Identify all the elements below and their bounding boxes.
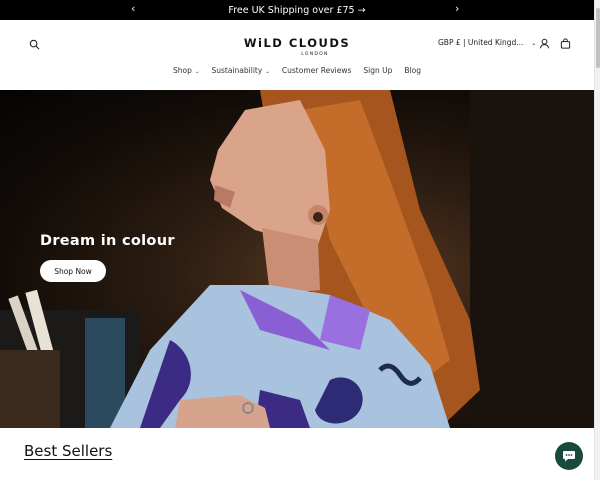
nav-item-shop[interactable]: Shop ⌄ <box>173 66 199 75</box>
currency-label: GBP £ | United Kingd... <box>438 38 524 47</box>
announcement-text[interactable]: Free UK Shipping over £75 → <box>228 5 365 16</box>
nav-item-blog[interactable]: Blog <box>404 66 421 75</box>
best-sellers-heading[interactable]: Best Sellers <box>24 442 112 460</box>
logo-text: WiLD CLOUDS <box>243 36 351 50</box>
nav-item-customer-reviews[interactable]: Customer Reviews <box>282 66 351 75</box>
chevron-down-icon: ⌄ <box>531 40 537 47</box>
nav-item-sign-up[interactable]: Sign Up <box>363 66 392 75</box>
scrollbar-thumb[interactable] <box>596 8 600 68</box>
page-scrollbar[interactable] <box>594 0 600 480</box>
hero-image <box>0 90 594 428</box>
chevron-right-icon[interactable]: › <box>455 2 459 15</box>
site-header: WiLD CLOUDS LONDON GBP £ | United Kingd.… <box>0 20 594 90</box>
bag-icon[interactable] <box>558 36 572 50</box>
hero-title: Dream in colour <box>40 233 175 249</box>
announcement-bar: ‹ Free UK Shipping over £75 → › <box>0 0 594 20</box>
logo-subtext: LONDON <box>301 52 329 57</box>
currency-selector[interactable]: GBP £ | United Kingd... ⌄ <box>438 38 536 47</box>
user-icon[interactable] <box>537 36 551 50</box>
hero-banner: Dream in colour Shop Now <box>0 90 594 428</box>
chevron-down-icon: ⌄ <box>194 69 200 75</box>
chevron-down-icon: ⌄ <box>265 69 270 75</box>
chat-bubble-icon[interactable] <box>555 442 583 470</box>
main-nav: Shop ⌄ Sustainability ⌄ Customer Reviews S… <box>0 66 594 75</box>
chevron-left-icon[interactable]: ‹ <box>131 2 135 15</box>
shop-now-button[interactable]: Shop Now <box>40 260 106 282</box>
nav-item-sustainability[interactable]: Sustainability ⌄ <box>212 66 270 75</box>
